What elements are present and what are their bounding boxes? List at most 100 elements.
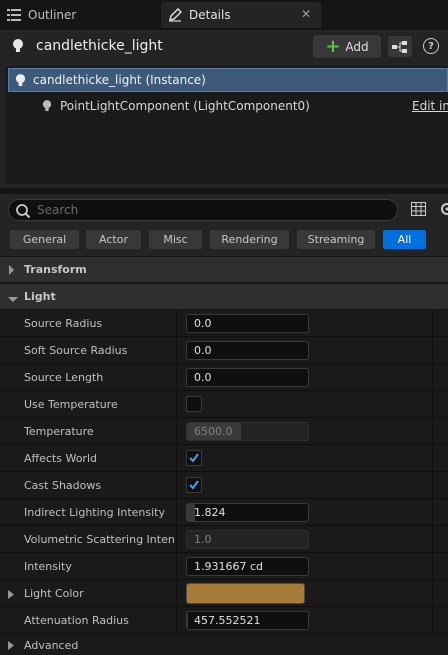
gear-icon[interactable] [438,201,448,220]
component-label: candlethicke_light (Instance) [33,73,206,87]
tab-bar: Outliner Details ✕ [0,0,448,30]
temperature-slider[interactable]: 6500.0 [186,422,309,441]
property-row-volumetric-scattering: Volumetric Scattering Inten... 1.0 [0,526,448,553]
light-bulb-icon [42,99,52,116]
property-label: Volumetric Scattering Inten... [24,533,174,546]
property-row-attenuation-radius: Attenuation Radius 457.552521 [0,607,448,634]
category-label: Transform [24,263,87,276]
filter-misc[interactable]: Misc [149,230,202,249]
component-tree-list: candlethicke_light (Instance) PointLight… [6,66,448,184]
column-splitter[interactable] [176,472,177,499]
property-row-indirect-lighting-intensity: Indirect Lighting Intensity 1.824 [0,499,448,526]
chevron-down-icon [8,293,18,306]
chevron-right-icon [8,265,15,278]
field-value: 1.824 [194,506,226,519]
search-placeholder: Search [37,203,79,217]
property-row-cast-shadows: Cast Shadows [0,472,448,499]
category-advanced[interactable]: Advanced [0,634,448,655]
category-label: Light [24,290,56,303]
row-divider [432,607,433,634]
pencil-icon [167,7,183,23]
row-divider [432,445,433,472]
property-row-light-color: Light Color [0,580,448,607]
affects-world-checkbox[interactable] [186,450,202,466]
filter-streaming[interactable]: Streaming [297,230,375,249]
column-splitter[interactable] [176,580,177,607]
filter-all[interactable]: All [383,230,426,249]
outliner-icon [6,7,22,23]
source-length-field[interactable]: 0.0 [186,368,309,387]
light-bulb-icon [15,73,26,91]
property-label: Intensity [24,560,72,573]
row-divider [432,337,433,364]
field-value: 0.0 [194,344,212,357]
column-splitter[interactable] [176,499,177,526]
blueprint-icon [392,40,407,53]
light-color-swatch[interactable] [186,583,305,604]
property-label: Indirect Lighting Intensity [24,506,165,519]
intensity-field[interactable]: 1.931667 cd [186,557,309,576]
add-label: Add [345,39,369,54]
filter-actor[interactable]: Actor [86,230,141,249]
property-row-source-radius: Source Radius 0.0 [0,310,448,337]
use-temperature-checkbox[interactable] [186,396,202,412]
component-tree: candlethicke_light (Instance) PointLight… [0,62,448,188]
slider-fill [187,612,189,629]
column-splitter[interactable] [176,553,177,580]
checkmark-icon [189,480,199,490]
row-divider [432,499,433,526]
column-splitter[interactable] [176,445,177,472]
tab-outliner[interactable]: Outliner [0,2,158,28]
search-area: Search General Actor Misc Rendering Stre… [0,194,448,256]
row-divider [432,580,433,607]
field-value: 0.0 [194,317,212,330]
plus-icon: + [325,35,341,57]
tab-details-label: Details [189,8,231,22]
column-splitter[interactable] [176,364,177,391]
search-input[interactable]: Search [8,199,398,221]
field-value: 1.0 [194,533,212,546]
column-splitter[interactable] [176,607,177,634]
property-label: Cast Shadows [24,479,102,492]
row-divider [432,310,433,337]
help-button[interactable]: ? [423,38,439,54]
filter-rendering[interactable]: Rendering [210,230,289,249]
column-splitter[interactable] [176,337,177,364]
category-label: Advanced [24,639,79,652]
category-light[interactable]: Light [0,284,448,309]
component-row-instance[interactable]: candlethicke_light (Instance) [8,68,448,92]
cast-shadows-checkbox[interactable] [186,477,202,493]
tab-outliner-label: Outliner [28,8,77,22]
indirect-lighting-intensity-slider[interactable]: 1.824 [186,503,309,522]
component-row-pointlight[interactable]: PointLightComponent (LightComponent0) Ed… [8,94,448,118]
row-divider [432,526,433,553]
property-label: Temperature [24,425,94,438]
property-label: Attenuation Radius [24,614,129,627]
checkmark-icon [189,453,199,463]
row-divider [432,553,433,580]
property-row-affects-world: Affects World [0,445,448,472]
category-transform[interactable]: Transform [0,257,448,282]
table-view-icon[interactable] [411,202,426,219]
blueprint-button[interactable] [388,36,412,57]
soft-source-radius-field[interactable]: 0.0 [186,341,309,360]
source-radius-field[interactable]: 0.0 [186,314,309,333]
column-splitter[interactable] [176,310,177,337]
column-splitter[interactable] [176,418,177,445]
edit-in-link[interactable]: Edit in [412,99,448,113]
property-row-intensity: Intensity 1.931667 cd [0,553,448,580]
tab-details[interactable]: Details ✕ [161,2,321,28]
search-icon [15,203,31,222]
property-row-source-length: Source Length 0.0 [0,364,448,391]
volumetric-scattering-slider[interactable]: 1.0 [186,530,309,549]
property-row-use-temperature: Use Temperature [0,391,448,418]
close-tab-button[interactable]: ✕ [301,7,311,21]
filter-general[interactable]: General [10,230,79,249]
column-splitter[interactable] [176,391,177,418]
row-divider [432,364,433,391]
column-splitter[interactable] [176,526,177,553]
attenuation-radius-slider[interactable]: 457.552521 [186,611,309,630]
add-component-button[interactable]: + Add [313,35,381,58]
chevron-right-icon[interactable] [8,589,14,602]
property-row-temperature: Temperature 6500.0 [0,418,448,445]
